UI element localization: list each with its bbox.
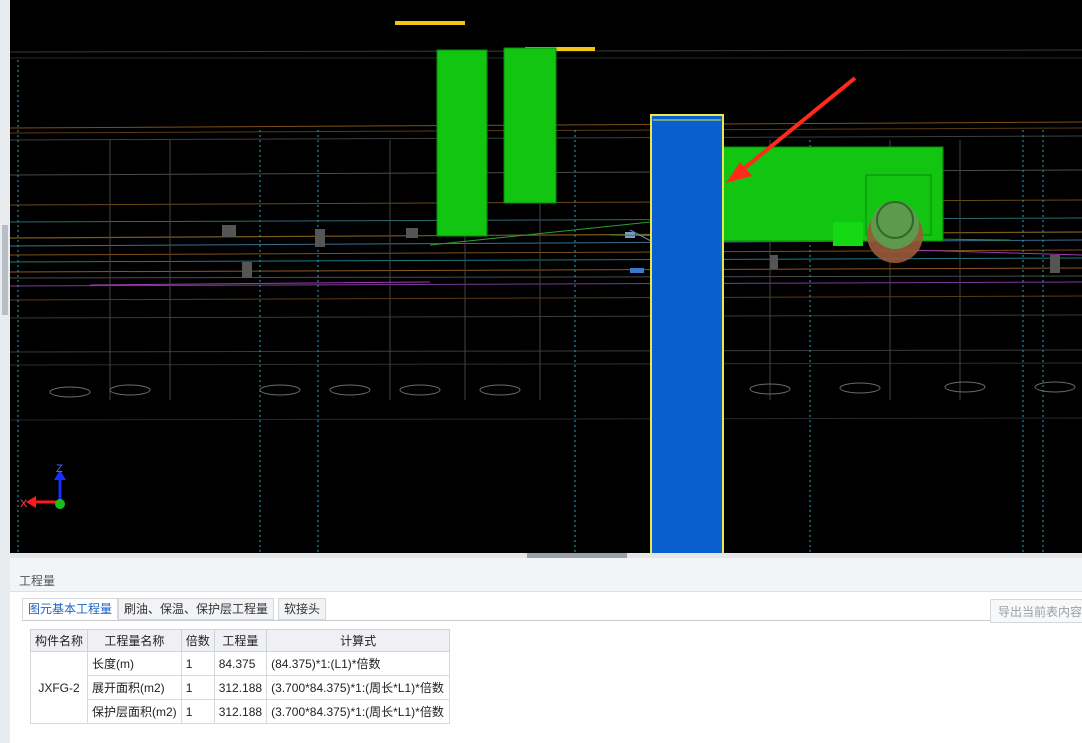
formula-cell: (3.700*84.375)*1:(周长*L1)*倍数 xyxy=(266,699,451,724)
quantity-cell: 312.188 xyxy=(213,675,268,700)
column-header-quantity: 工程量 xyxy=(213,629,268,652)
table-header-row: 构件名称 工程量名称 倍数 工程量 计算式 xyxy=(29,629,451,652)
column-header-multiple: 倍数 xyxy=(180,629,215,652)
blue-pipe[interactable] xyxy=(650,114,724,553)
quantity-name-cell: 展开面积(m2) xyxy=(87,675,182,700)
export-table-button[interactable]: 导出当前表内容 xyxy=(990,599,1082,623)
axis-grid-bubbles xyxy=(49,381,1076,398)
table-row[interactable]: JXFG-2 长度(m) 1 84.375 (84.375)*1:(L1)*倍数 xyxy=(29,651,451,724)
model-drawing: Z X xyxy=(10,21,1082,553)
x-axis-label: X xyxy=(20,498,28,510)
tab-flexible-joint[interactable]: 软接头 xyxy=(278,598,327,620)
multiple-cell: 1 xyxy=(180,675,215,700)
quantity-cell: 84.375 xyxy=(213,651,268,676)
formula-cell: (3.700*84.375)*1:(周长*L1)*倍数 xyxy=(266,675,451,700)
panel-title: 工程量 xyxy=(19,574,56,588)
quantity-table: 构件名称 工程量名称 倍数 工程量 计算式 JXFG-2 长度(m) 1 84.… xyxy=(29,629,451,724)
quantity-panel: 工程量 图元基本工程量 刷油、保温、保护层工程量 软接头 导出当前表内容 构件名… xyxy=(10,558,1082,743)
multiple-cell: 1 xyxy=(180,699,215,724)
panel-header: 工程量 xyxy=(10,558,1082,592)
column-header-quantity-name: 工程量名称 xyxy=(87,629,182,652)
multiple-cell: 1 xyxy=(180,651,215,676)
tab-basic-quantity[interactable]: 图元基本工程量 xyxy=(22,598,119,620)
column-header-formula: 计算式 xyxy=(266,629,451,652)
quantity-cell: 312.188 xyxy=(213,699,268,724)
table-row[interactable]: 展开面积(m2) 1 312.188 (3.700*84.375)*1:(周长*… xyxy=(31,675,451,700)
axis-gizmo: Z X xyxy=(20,463,66,510)
component-name-cell: JXFG-2 xyxy=(29,651,89,724)
3d-viewport[interactable]: Z X xyxy=(10,0,1082,553)
column-header-component: 构件名称 xyxy=(29,629,89,652)
quantity-name-cell: 保护层面积(m2) xyxy=(87,699,182,724)
table-row[interactable]: 保护层面积(m2) 1 312.188 (3.700*84.375)*1:(周长… xyxy=(31,699,451,724)
formula-cell: (84.375)*1:(L1)*倍数 xyxy=(266,651,451,676)
panel-resize-grip[interactable] xyxy=(2,225,8,315)
z-axis-label: Z xyxy=(56,463,63,475)
quantity-name-cell: 长度(m) xyxy=(87,651,182,676)
tab-coating-quantity[interactable]: 刷油、保温、保护层工程量 xyxy=(118,598,275,620)
yellow-bars xyxy=(395,21,595,51)
tab-divider xyxy=(22,620,1082,621)
